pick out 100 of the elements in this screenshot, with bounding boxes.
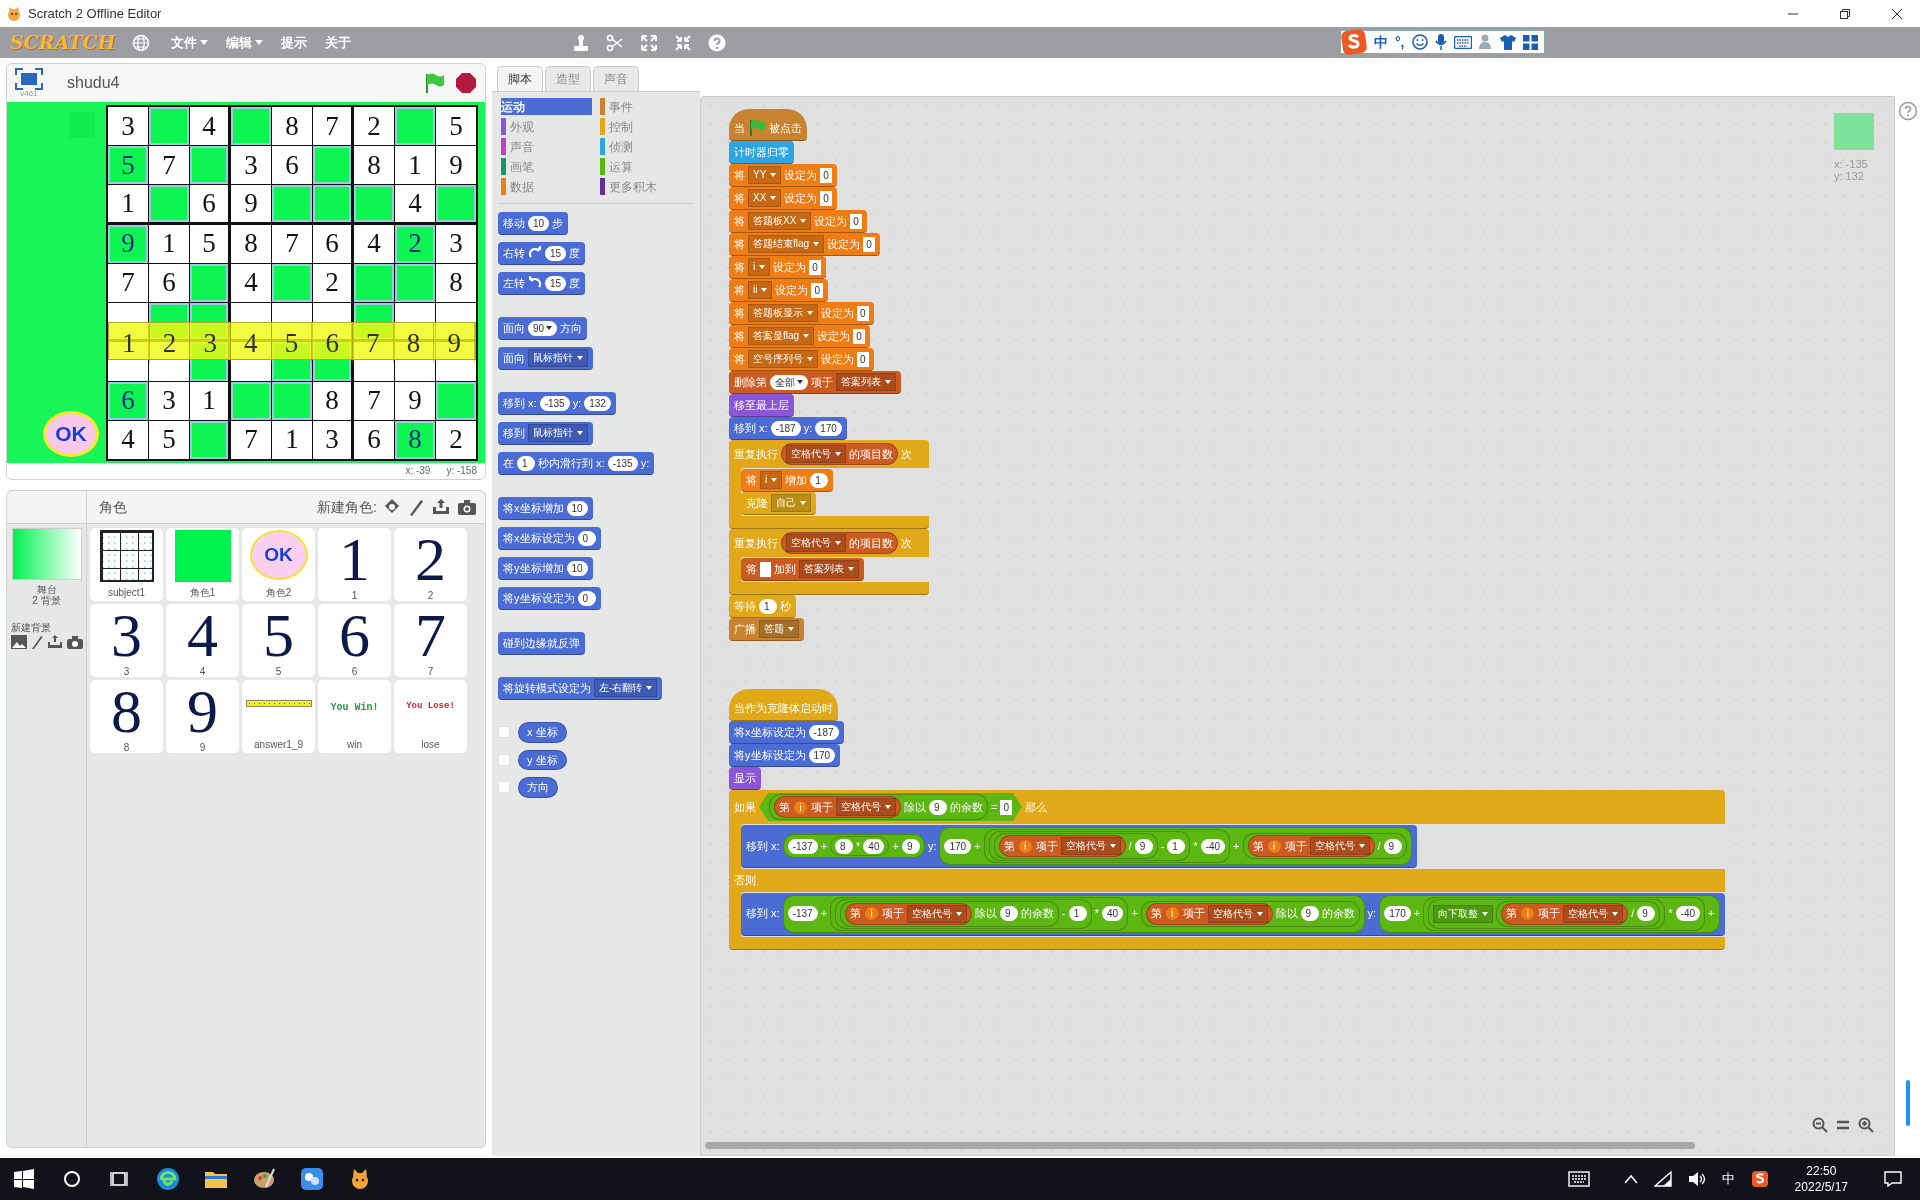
code-block[interactable]: 移到 x: -187 y: 170 — [729, 417, 847, 440]
code-block[interactable]: 将 XX 设定为 0 — [729, 187, 837, 210]
reporter-block[interactable]: 170 + 第 i 项于 空格代号 / 9 - 1 * -40 + 第 i 项于 空格代号 / 9 — [939, 827, 1412, 865]
reporter-block[interactable]: 第 i 项于 空格代号 / 9 — [1496, 900, 1661, 927]
condition-block[interactable]: 第 i 项于 空格代号 除以 9 的余数 = 0 — [759, 793, 1022, 821]
globe-icon[interactable] — [131, 33, 150, 52]
number-input[interactable]: 170 — [808, 747, 836, 763]
dropdown-menu[interactable]: 答题 — [759, 620, 799, 638]
reporter-block[interactable]: 第 i 项于 空格代号 除以 9 的余数 - 1 — [835, 898, 1092, 929]
category-item[interactable]: 运动 — [501, 98, 592, 115]
code-block[interactable]: 在 1 秒内滑行到 x: -135 y: — [498, 452, 655, 475]
code-block[interactable]: 将 i 设定为 0 — [729, 256, 826, 279]
number-input[interactable]: 9 — [1134, 838, 1153, 854]
code-block[interactable]: 删除第 全部 项于 答案列表 — [729, 371, 901, 394]
answer-digit[interactable]: 6 — [312, 322, 353, 364]
control-block[interactable]: 重复执行 空格代号 的项目数 次 将 加到 答案列表 — [729, 529, 929, 595]
code-block[interactable]: 将 空号序列号 设定为 0 — [729, 348, 874, 371]
control-block[interactable] — [729, 790, 1725, 950]
dropdown-menu[interactable]: 答案列表 — [836, 373, 896, 391]
code-block[interactable]: 广播 答题 — [729, 618, 804, 641]
code-block[interactable]: 移到 x: -137 + 第 i 项于 空格代号 除以 9 的余数 - 1 * 40 + 第 i 项于 空格代号 除以 9 的余数 y: 170 + 向下取整 第 i 项于 空格代号 / 9 * -40 + — [741, 892, 1725, 936]
number-input[interactable]: 132 — [584, 395, 611, 411]
dropdown-menu[interactable]: 答题结束flag — [748, 235, 825, 253]
code-block[interactable]: 将 答题结束flag 设定为 0 — [729, 233, 880, 256]
dropdown-menu[interactable]: 空格代号 — [786, 534, 846, 552]
code-block[interactable]: 移动 10 步 — [498, 212, 569, 235]
sprite-tile[interactable]: 3 3 — [90, 604, 163, 677]
sprite-tile[interactable]: 1 1 — [318, 528, 391, 601]
dropdown-menu[interactable]: 空格代号 — [907, 904, 968, 923]
code-block[interactable]: 移到 x: -137 + 8 * 40 + 9 y: 170 + 第 i 项于 空格代号 / 9 - 1 * -40 + 第 i 项于 空格代号 / 9 — [741, 825, 1417, 868]
dropdown-menu[interactable]: 空格代号 — [786, 445, 846, 463]
code-block[interactable]: 将x坐标设定为 -187 — [729, 721, 844, 744]
code-block[interactable]: 显示 — [729, 767, 761, 790]
code-block[interactable]: 将 答案显flag 设定为 0 — [729, 325, 870, 348]
code-block[interactable]: 将 YY 设定为 0 — [729, 164, 837, 187]
reporter-block[interactable]: 第 i 项于 空格代号 除以 9 的余数 — [1140, 900, 1360, 927]
backdrop-thumbnail[interactable] — [11, 528, 82, 580]
reporter-block[interactable]: 第 i 项于 空格代号 / 9 - 1 — [988, 831, 1191, 861]
code-block[interactable]: 将 答题板显示 设定为 0 — [729, 302, 874, 325]
network-icon[interactable] — [1653, 1171, 1672, 1187]
code-block[interactable]: 面向 90 方向 — [498, 317, 588, 340]
sprite-tile[interactable]: subject1 — [90, 528, 163, 601]
ok-button[interactable]: OK — [43, 411, 99, 457]
answer-digit[interactable]: 5 — [271, 322, 313, 364]
code-block[interactable]: 将x坐标设定为 0 — [498, 527, 601, 550]
dropdown-menu[interactable]: 空格代号 — [836, 798, 896, 816]
text-input[interactable]: 0 — [863, 236, 875, 252]
code-block[interactable]: 将 加到 答案列表 — [741, 558, 864, 581]
answer-digit[interactable]: 4 — [231, 322, 272, 364]
dropdown-menu[interactable]: 鼠标指针 — [528, 424, 588, 442]
answer-digit[interactable]: 9 — [434, 322, 475, 364]
number-input[interactable]: 15 — [545, 245, 567, 261]
text-input[interactable]: 0 — [820, 190, 832, 206]
image-icon[interactable] — [11, 635, 27, 649]
code-block[interactable]: 将y坐标增加 10 — [498, 557, 593, 580]
answer-digit[interactable]: 1 — [109, 322, 150, 364]
upload-icon[interactable] — [431, 498, 451, 516]
vertical-scrollbar[interactable] — [1905, 1080, 1910, 1126]
number-input[interactable]: 10 — [566, 500, 588, 516]
dropdown-menu[interactable]: 左-右翻转 — [594, 679, 658, 697]
dropdown-menu[interactable]: 空格代号 — [1563, 904, 1624, 923]
reporter-block[interactable]: 第 i 项于 空格代号 除以 9 的余数 — [769, 794, 988, 820]
code-block[interactable]: 碰到边缘就反弹 — [498, 632, 585, 655]
help-icon[interactable] — [707, 33, 726, 52]
sprite-tile[interactable]: OK 角色2 — [242, 528, 315, 601]
grow-icon[interactable] — [639, 33, 658, 52]
dropdown-menu[interactable]: i — [748, 258, 771, 276]
input-mode-toggle[interactable]: 中 — [1374, 31, 1388, 53]
number-input[interactable]: 8 — [835, 838, 854, 854]
number-input[interactable]: 9 — [1300, 906, 1319, 921]
number-input[interactable]: -40 — [1675, 906, 1701, 921]
number-input[interactable]: 1 — [1167, 838, 1186, 854]
text-input[interactable]: 0 — [857, 305, 869, 321]
dropdown-menu[interactable]: i — [760, 471, 783, 489]
sprite-tile[interactable]: answer1_9 — [242, 680, 315, 753]
text-input[interactable]: 0 — [1000, 799, 1012, 815]
keyboard-icon[interactable] — [1453, 35, 1472, 49]
number-input[interactable]: 9 — [929, 799, 947, 815]
text-input[interactable]: 0 — [857, 351, 869, 367]
code-block[interactable]: 将y坐标设定为 0 — [498, 587, 601, 610]
reporter-block[interactable]: 第 i 项于 空格代号 除以 9 的余数 — [840, 900, 1060, 927]
checkbox[interactable] — [498, 781, 510, 794]
number-input[interactable]: 10 — [566, 560, 588, 576]
reporter-block[interactable]: 第 i 项于 空格代号 / 9 — [1242, 833, 1407, 859]
reporter-block[interactable]: 空格代号 的项目数 — [781, 532, 898, 554]
code-block[interactable]: 将 ii 设定为 0 — [729, 279, 828, 302]
dropdown-menu[interactable]: 空格代号 — [1309, 837, 1370, 855]
number-input[interactable]: 40 — [1102, 906, 1124, 921]
reporter-block[interactable]: 第 i 项于 空格代号 — [1501, 902, 1629, 925]
code-block[interactable]: 将y坐标设定为 170 — [729, 744, 841, 767]
camera-icon[interactable] — [457, 498, 477, 516]
number-input[interactable]: -187 — [770, 420, 801, 436]
clock-date[interactable]: 2022/5/17 — [1794, 1179, 1848, 1195]
sprite-tile[interactable]: 9 9 — [166, 680, 239, 753]
number-input[interactable]: -135 — [539, 395, 570, 411]
number-input[interactable]: 15 — [545, 275, 567, 291]
reporter-block[interactable]: 170 + 向下取整 第 i 项于 空格代号 / 9 * -40 + — [1379, 894, 1720, 933]
pencil-icon[interactable] — [31, 635, 43, 649]
number-input[interactable]: 1 — [1068, 906, 1087, 921]
checkbox[interactable] — [498, 753, 510, 766]
